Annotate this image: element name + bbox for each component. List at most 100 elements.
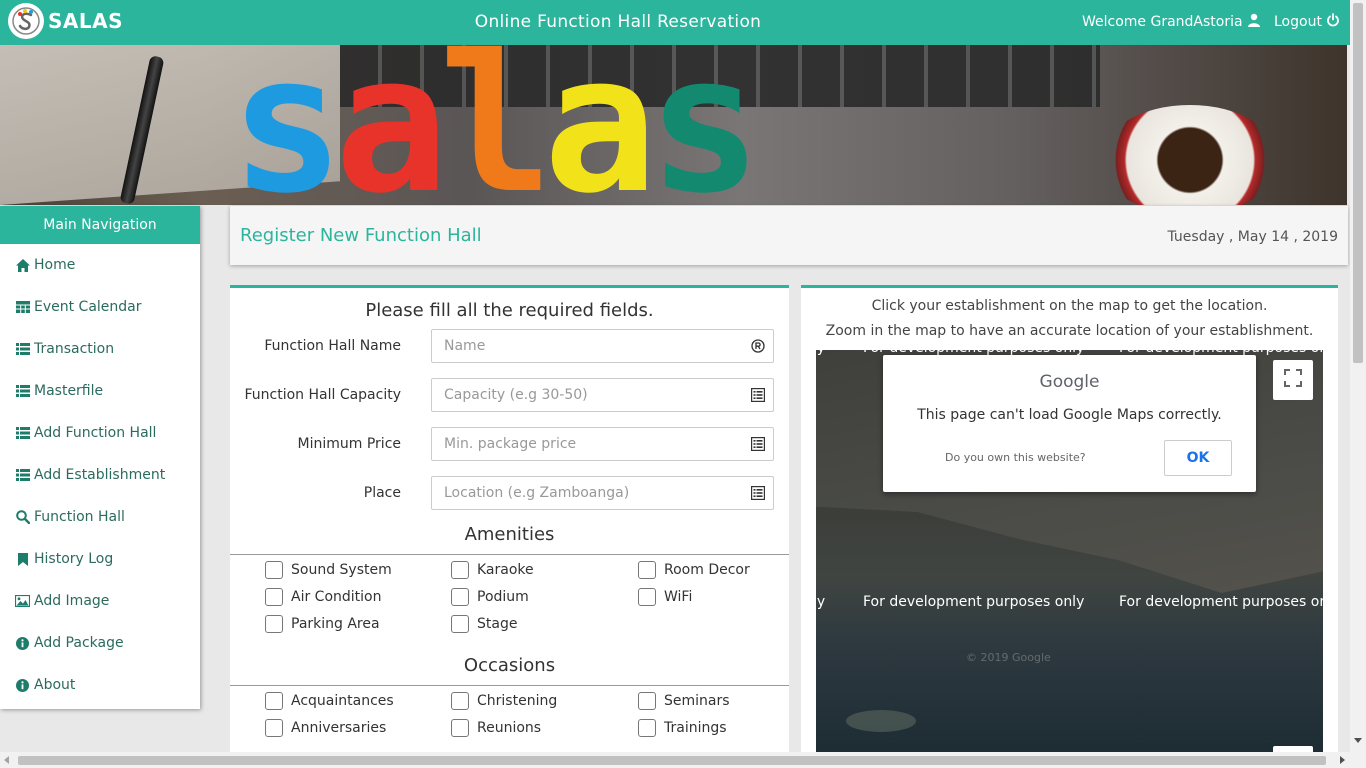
- welcome-label: Welcome GrandAstoria: [1082, 14, 1243, 30]
- sidebar-heading: Main Navigation: [0, 206, 200, 244]
- checkbox-karaoke[interactable]: Karaoke: [451, 561, 534, 579]
- checkbox-box[interactable]: [638, 561, 656, 579]
- sidebar-item-add-image[interactable]: Add Image: [0, 580, 200, 622]
- list-box-icon: [751, 388, 765, 402]
- banner-letter: s: [647, 45, 762, 205]
- function-hall-name-field[interactable]: [431, 329, 774, 363]
- checkbox-label: Podium: [477, 589, 529, 605]
- app-title: Online Function Hall Reservation: [474, 12, 762, 32]
- checkbox-trainings[interactable]: Trainings: [638, 719, 727, 737]
- sidebar-item-function-hall[interactable]: Function Hall: [0, 496, 200, 538]
- sidebar-item-about[interactable]: About: [0, 664, 200, 706]
- checkbox-parking-area[interactable]: Parking Area: [265, 615, 380, 633]
- checkbox-podium[interactable]: Podium: [451, 588, 529, 606]
- map-instruction-1: Click your establishment on the map to g…: [871, 298, 1268, 314]
- checkbox-reunions[interactable]: Reunions: [451, 719, 541, 737]
- checkbox-box[interactable]: [451, 692, 469, 710]
- list-box-icon: [751, 486, 765, 500]
- checkbox-box[interactable]: [451, 561, 469, 579]
- checkbox-anniversaries[interactable]: Anniversaries: [265, 719, 386, 737]
- sidebar-item-transaction[interactable]: Transaction: [0, 328, 200, 370]
- place-label: Place: [363, 485, 401, 501]
- list-icon: [15, 384, 30, 398]
- sidebar-item-label: Home: [34, 257, 76, 273]
- checkbox-air-condition[interactable]: Air Condition: [265, 588, 381, 606]
- checkbox-box[interactable]: [265, 692, 283, 710]
- checkbox-seminars[interactable]: Seminars: [638, 692, 730, 710]
- horizontal-scroll-thumb[interactable]: [18, 756, 1326, 765]
- checkbox-label: Parking Area: [291, 616, 380, 632]
- checkbox-acquaintances[interactable]: Acquaintances: [265, 692, 394, 710]
- function-hall-name-input[interactable]: [444, 338, 751, 354]
- scroll-right-arrow-icon[interactable]: [1340, 756, 1345, 764]
- top-bar: SALAS Online Function Hall Reservation W…: [0, 0, 1350, 45]
- sidebar-item-masterfile[interactable]: Masterfile: [0, 370, 200, 412]
- page-title: Register New Function Hall: [240, 225, 482, 246]
- sidebar-item-add-function-hall[interactable]: Add Function Hall: [0, 412, 200, 454]
- checkbox-box[interactable]: [451, 588, 469, 606]
- checkbox-label: Reunions: [477, 720, 542, 736]
- sidebar-item-label: Add Package: [34, 635, 124, 651]
- own-website-link[interactable]: Do you own this website?: [945, 451, 1086, 464]
- checkbox-wifi[interactable]: WiFi: [638, 588, 692, 606]
- checkbox-label: Sound System: [291, 562, 392, 578]
- list-icon: [15, 468, 30, 482]
- occasions-title: Occasions: [463, 655, 556, 676]
- minimum-price-field[interactable]: [431, 427, 774, 461]
- register-form: Please fill all the required fields. Fun…: [230, 285, 789, 755]
- checkbox-sound-system[interactable]: Sound System: [265, 561, 392, 579]
- horizontal-scrollbar[interactable]: [0, 752, 1366, 768]
- info-icon: [15, 636, 30, 650]
- sidebar-item-add-establishment[interactable]: Add Establishment: [0, 454, 200, 496]
- sidebar-item-label: Add Image: [34, 593, 110, 609]
- checkbox-box[interactable]: [265, 615, 283, 633]
- scroll-left-arrow-icon[interactable]: [4, 756, 9, 764]
- checkbox-box[interactable]: [265, 561, 283, 579]
- checkbox-label: Trainings: [664, 720, 727, 736]
- occasions-divider: [230, 685, 789, 686]
- vertical-scroll-thumb[interactable]: [1353, 3, 1363, 363]
- fullscreen-icon: [1284, 369, 1302, 391]
- banner-letter: s: [230, 45, 344, 205]
- sidebar-item-event-calendar[interactable]: Event Calendar: [0, 286, 200, 328]
- checkbox-stage[interactable]: Stage: [451, 615, 517, 633]
- scroll-down-arrow-icon[interactable]: [1354, 738, 1362, 743]
- google-map[interactable]: ly For development purposes only For dev…: [816, 350, 1323, 760]
- form-heading: Please fill all the required fields.: [365, 300, 654, 321]
- checkbox-box[interactable]: [451, 615, 469, 633]
- checkbox-box[interactable]: [265, 588, 283, 606]
- checkbox-box[interactable]: [638, 719, 656, 737]
- dialog-ok-button[interactable]: OK: [1164, 440, 1232, 476]
- checkbox-box[interactable]: [638, 588, 656, 606]
- sidebar-item-label: Function Hall: [34, 509, 125, 525]
- map-copyright: © 2019 Google: [966, 651, 1051, 664]
- sidebar-item-label: Add Establishment: [34, 467, 166, 483]
- checkbox-christening[interactable]: Christening: [451, 692, 557, 710]
- sidebar-item-add-package[interactable]: Add Package: [0, 622, 200, 664]
- checkbox-room-decor[interactable]: Room Decor: [638, 561, 750, 579]
- checkbox-box[interactable]: [451, 719, 469, 737]
- banner-salas-text: salas: [230, 45, 762, 205]
- function-hall-capacity-field[interactable]: [431, 378, 774, 412]
- place-field[interactable]: [431, 476, 774, 510]
- maps-error-message: This page can't load Google Maps correct…: [917, 407, 1222, 423]
- list-icon: [15, 426, 30, 440]
- sidebar-item-history-log[interactable]: History Log: [0, 538, 200, 580]
- registered-icon: [751, 339, 765, 353]
- minimum-price-input[interactable]: [444, 436, 751, 452]
- checkbox-box[interactable]: [638, 692, 656, 710]
- sidebar-item-home[interactable]: Home: [0, 244, 200, 286]
- logout-button[interactable]: Logout: [1274, 13, 1340, 31]
- map-fullscreen-button[interactable]: [1273, 360, 1313, 400]
- map-instruction-2: Zoom in the map to have an accurate loca…: [825, 323, 1314, 339]
- place-input[interactable]: [444, 485, 751, 501]
- welcome-user[interactable]: Welcome GrandAstoria: [1082, 13, 1261, 31]
- checkbox-box[interactable]: [265, 719, 283, 737]
- vertical-scrollbar[interactable]: [1350, 0, 1366, 752]
- checkbox-label: Seminars: [664, 693, 730, 709]
- current-date: Tuesday , May 14 , 2019: [1167, 229, 1339, 245]
- search-icon: [15, 510, 30, 524]
- sidebar-item-label: Transaction: [34, 341, 115, 357]
- checkbox-label: WiFi: [664, 589, 693, 605]
- function-hall-capacity-input[interactable]: [444, 387, 751, 403]
